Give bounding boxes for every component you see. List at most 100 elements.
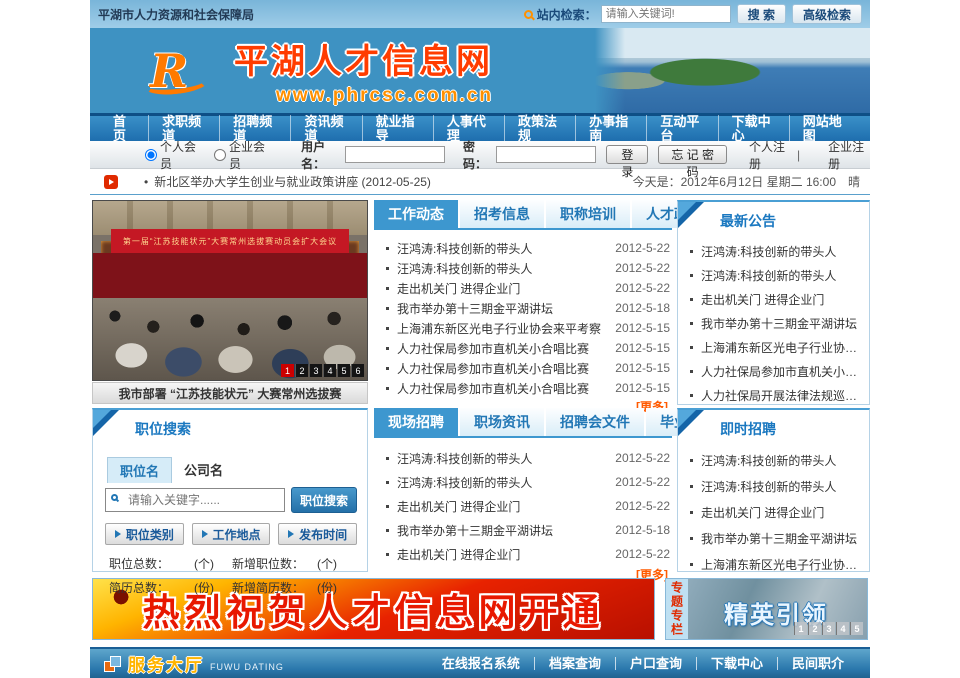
site-logo[interactable]: R [150, 44, 220, 98]
tab-jobfair-files[interactable]: 招聘会文件 [546, 408, 644, 436]
notice-item[interactable]: 走出机关门 进得企业门 [680, 287, 867, 311]
special-page-2[interactable]: 2 [808, 622, 821, 635]
username-label: 用户名： [301, 138, 343, 172]
recruit-item[interactable]: 上海浦东新区光电子行业协会来平考 [680, 551, 867, 577]
filter-job-category-button[interactable]: 职位类别 [105, 523, 184, 545]
job-search-box: 职位搜索 职位名 公司名 职位搜索 职位类别 工作地点 发布时间 [92, 408, 368, 572]
personal-member-radio[interactable] [145, 149, 157, 161]
service-hall-bar: 服务大厅 FUWU DATING 在线报名系统 档案查询 户口查询 下载中心 民… [90, 647, 870, 678]
site-search-input[interactable] [601, 5, 731, 23]
notice-item[interactable]: 汪鸿涛:科技创新的带头人 [680, 263, 867, 287]
job-keyword-input[interactable] [105, 488, 285, 512]
tab-job-name[interactable]: 职位名 [107, 457, 172, 483]
slideshow-page-1[interactable]: 1 [281, 364, 294, 377]
news-item[interactable]: 上海浦东新区光电子行业协会来平考察2012-5-15 [376, 318, 670, 338]
nav-item-home[interactable]: 首页 [100, 115, 149, 143]
news-item[interactable]: 人力社保局参加市直机关小合唱比赛2012-5-15 [376, 338, 670, 358]
recruit-item[interactable]: 走出机关门 进得企业门 [680, 499, 867, 525]
latest-notice-box: 最新公告 汪鸿涛:科技创新的带头人 汪鸿涛:科技创新的带头人 走出机关门 进得企… [677, 200, 870, 405]
filter-work-location-button[interactable]: 工作地点 [192, 523, 271, 545]
news-item[interactable]: 汪鸿涛:科技创新的带头人2012-5-22 [376, 238, 670, 258]
nav-item-interaction[interactable]: 互动平台 [647, 115, 718, 143]
slideshow-page-2[interactable]: 2 [295, 364, 308, 377]
slideshow-page-6[interactable]: 6 [351, 364, 364, 377]
news-ticker: • 新北区举办大学生创业与就业政策讲座 (2012-05-25) 今天是：201… [90, 169, 870, 195]
news-item[interactable]: 汪鸿涛:科技创新的带头人2012-5-22 [376, 470, 670, 494]
radio-company-member[interactable]: 企业会员 [214, 138, 269, 172]
work-news-list: 汪鸿涛:科技创新的带头人2012-5-22 汪鸿涛:科技创新的带头人2012-5… [374, 230, 672, 398]
company-register-link[interactable]: 企业注册 [828, 138, 870, 172]
advanced-search-button[interactable]: 高级检索 [792, 4, 862, 24]
slideshow-page-4[interactable]: 4 [323, 364, 336, 377]
footer-link-download[interactable]: 下载中心 [697, 657, 778, 670]
recruit-item[interactable]: 汪鸿涛:科技创新的带头人 [680, 473, 867, 499]
org-name: 平湖市人力资源和社会保障局 [98, 6, 524, 23]
news-item[interactable]: 人力社保局参加市直机关小合唱比赛2012-5-15 [376, 378, 670, 398]
tab-company-name[interactable]: 公司名 [172, 457, 235, 483]
special-page-3[interactable]: 3 [822, 622, 835, 635]
secondary-content-row: 职位搜索 职位名 公司名 职位搜索 职位类别 工作地点 发布时间 [90, 408, 870, 572]
forgot-password-button[interactable]: 忘 记 密 码 [658, 145, 727, 164]
nav-item-service-guide[interactable]: 办事指南 [576, 115, 647, 143]
news-item[interactable]: 走出机关门 进得企业门2012-5-22 [376, 542, 670, 566]
username-field[interactable] [345, 146, 445, 163]
news-item[interactable]: 人力社保局参加市直机关小合唱比赛2012-5-15 [376, 358, 670, 378]
special-page-5[interactable]: 5 [850, 622, 863, 635]
notice-item[interactable]: 我市举办第十三期金平湖讲坛 [680, 311, 867, 335]
notice-item[interactable]: 人力社保局参加市直机关小合唱比赛 [680, 359, 867, 383]
slideshow-page-5[interactable]: 5 [337, 364, 350, 377]
login-bar: 个人会员 企业会员 用户名： 密码： 登 录 忘 记 密 码 个人注册 | 企业… [90, 141, 870, 169]
news-item[interactable]: 汪鸿涛:科技创新的带头人2012-5-22 [376, 446, 670, 470]
service-hall-subtitle: FUWU DATING [210, 662, 284, 672]
tab-workplace-info[interactable]: 职场资讯 [460, 408, 544, 436]
nav-item-guidance[interactable]: 就业指导 [363, 115, 434, 143]
notice-item[interactable]: 汪鸿涛:科技创新的带头人 [680, 239, 867, 263]
tab-onsite-recruit[interactable]: 现场招聘 [374, 408, 458, 436]
service-hall-title: 服务大厅 [128, 651, 204, 676]
news-item[interactable]: 汪鸿涛:科技创新的带头人2012-5-22 [376, 258, 670, 278]
instant-recruit-title: 即时招聘 [678, 410, 869, 445]
footer-link-private-agency[interactable]: 民间职介 [778, 657, 858, 670]
header-scenery-image [595, 28, 870, 113]
news-item[interactable]: 走出机关门 进得企业门2012-5-22 [376, 278, 670, 298]
footer-link-online-signup[interactable]: 在线报名系统 [428, 657, 535, 670]
slideshow-pager: 1 2 3 4 5 6 [281, 364, 364, 377]
slideshow-page-3[interactable]: 3 [309, 364, 322, 377]
footer-link-archive-query[interactable]: 档案查询 [535, 657, 616, 670]
latest-notice-title: 最新公告 [678, 202, 869, 237]
stat-new-resumes: 新增简历数：(份) [232, 579, 355, 596]
radio-personal-member[interactable]: 个人会员 [145, 138, 200, 172]
special-page-4[interactable]: 4 [836, 622, 849, 635]
company-member-radio[interactable] [214, 149, 226, 161]
nav-item-policy[interactable]: 政策法规 [505, 115, 576, 143]
filter-publish-time-button[interactable]: 发布时间 [278, 523, 357, 545]
tab-work-dynamics[interactable]: 工作动态 [374, 200, 458, 228]
recruit-item[interactable]: 汪鸿涛:科技创新的带头人 [680, 447, 867, 473]
stat-new-jobs: 新增职位数：(个) [232, 555, 355, 572]
ticker-news-link[interactable]: 新北区举办大学生创业与就业政策讲座 (2012-05-25) [154, 173, 431, 190]
login-button[interactable]: 登 录 [606, 145, 648, 164]
special-banner-pager: 1 2 3 4 5 [794, 622, 863, 635]
photo-caption[interactable]: 我市部署 “江苏技能状元” 大赛常州选拔赛 [92, 382, 368, 404]
work-news-tabbar: 工作动态 招考信息 职称培训 人才政策 [374, 200, 672, 230]
job-search-button[interactable]: 职位搜索 [291, 487, 357, 513]
tab-exam-info[interactable]: 招考信息 [460, 200, 544, 228]
recruit-news-panel: 现场招聘 职场资讯 招聘会文件 毕业生就业服务 汪鸿涛:科技创新的带头人2012… [374, 408, 672, 572]
stat-total-jobs: 职位总数：(个) [109, 555, 232, 572]
special-page-1[interactable]: 1 [794, 622, 807, 635]
latest-notice-list: 汪鸿涛:科技创新的带头人 汪鸿涛:科技创新的带头人 走出机关门 进得企业门 我市… [678, 237, 869, 431]
notice-item[interactable]: 人力社保局开展法律法规巡回培训 [680, 383, 867, 407]
password-field[interactable] [496, 146, 596, 163]
special-column-banner[interactable]: 专题专栏 精英引领 1 2 3 4 5 [665, 578, 868, 640]
news-item[interactable]: 我市举办第十三期金平湖讲坛2012-5-18 [376, 298, 670, 318]
news-photo-slideshow[interactable]: 第一届“江苏技能状元”大赛常州选拔赛动员会扩大会议 1 2 3 4 5 6 [92, 200, 368, 381]
site-search-button[interactable]: 搜 索 [737, 4, 786, 24]
tab-title-training[interactable]: 职称培训 [546, 200, 630, 228]
recruit-item[interactable]: 我市举办第十三期金平湖讲坛 [680, 525, 867, 551]
search-icon [524, 10, 533, 19]
footer-link-hukou-query[interactable]: 户口查询 [616, 657, 697, 670]
personal-register-link[interactable]: 个人注册 [749, 138, 791, 172]
notice-item[interactable]: 上海浦东新区光电子行业协会来平考 [680, 335, 867, 359]
news-item[interactable]: 走出机关门 进得企业门2012-5-22 [376, 494, 670, 518]
news-item[interactable]: 我市举办第十三期金平湖讲坛2012-5-18 [376, 518, 670, 542]
